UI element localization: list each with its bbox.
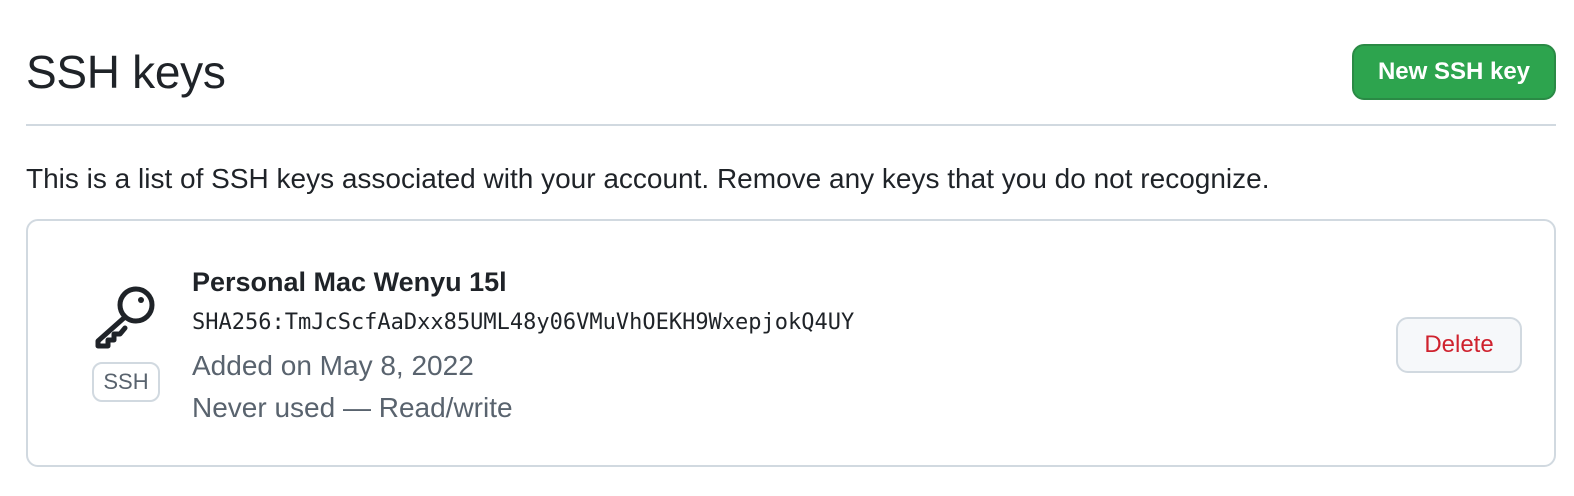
key-usage: Never used — Read/write: [192, 392, 513, 423]
key-icon: [92, 283, 160, 351]
page-header: SSH keys New SSH key: [26, 0, 1556, 126]
key-details: Personal Mac Wenyu 15l SHA256:TmJcScfAaD…: [192, 263, 854, 429]
intro-text: This is a list of SSH keys associated wi…: [26, 163, 1270, 194]
key-added-date: Added on May 8, 2022: [192, 350, 474, 381]
key-title: Personal Mac Wenyu 15l: [192, 267, 507, 297]
delete-key-button[interactable]: Delete: [1396, 317, 1522, 373]
ssh-type-label: SSH: [92, 362, 160, 402]
ssh-key-list: SSH Personal Mac Wenyu 15l SHA256:TmJcSc…: [26, 219, 1556, 467]
new-ssh-key-button[interactable]: New SSH key: [1352, 44, 1556, 100]
page-title: SSH keys: [26, 46, 226, 98]
key-fingerprint: SHA256:TmJcScfAaDxx85UML48y06VMuVhOEKH9W…: [192, 310, 855, 335]
